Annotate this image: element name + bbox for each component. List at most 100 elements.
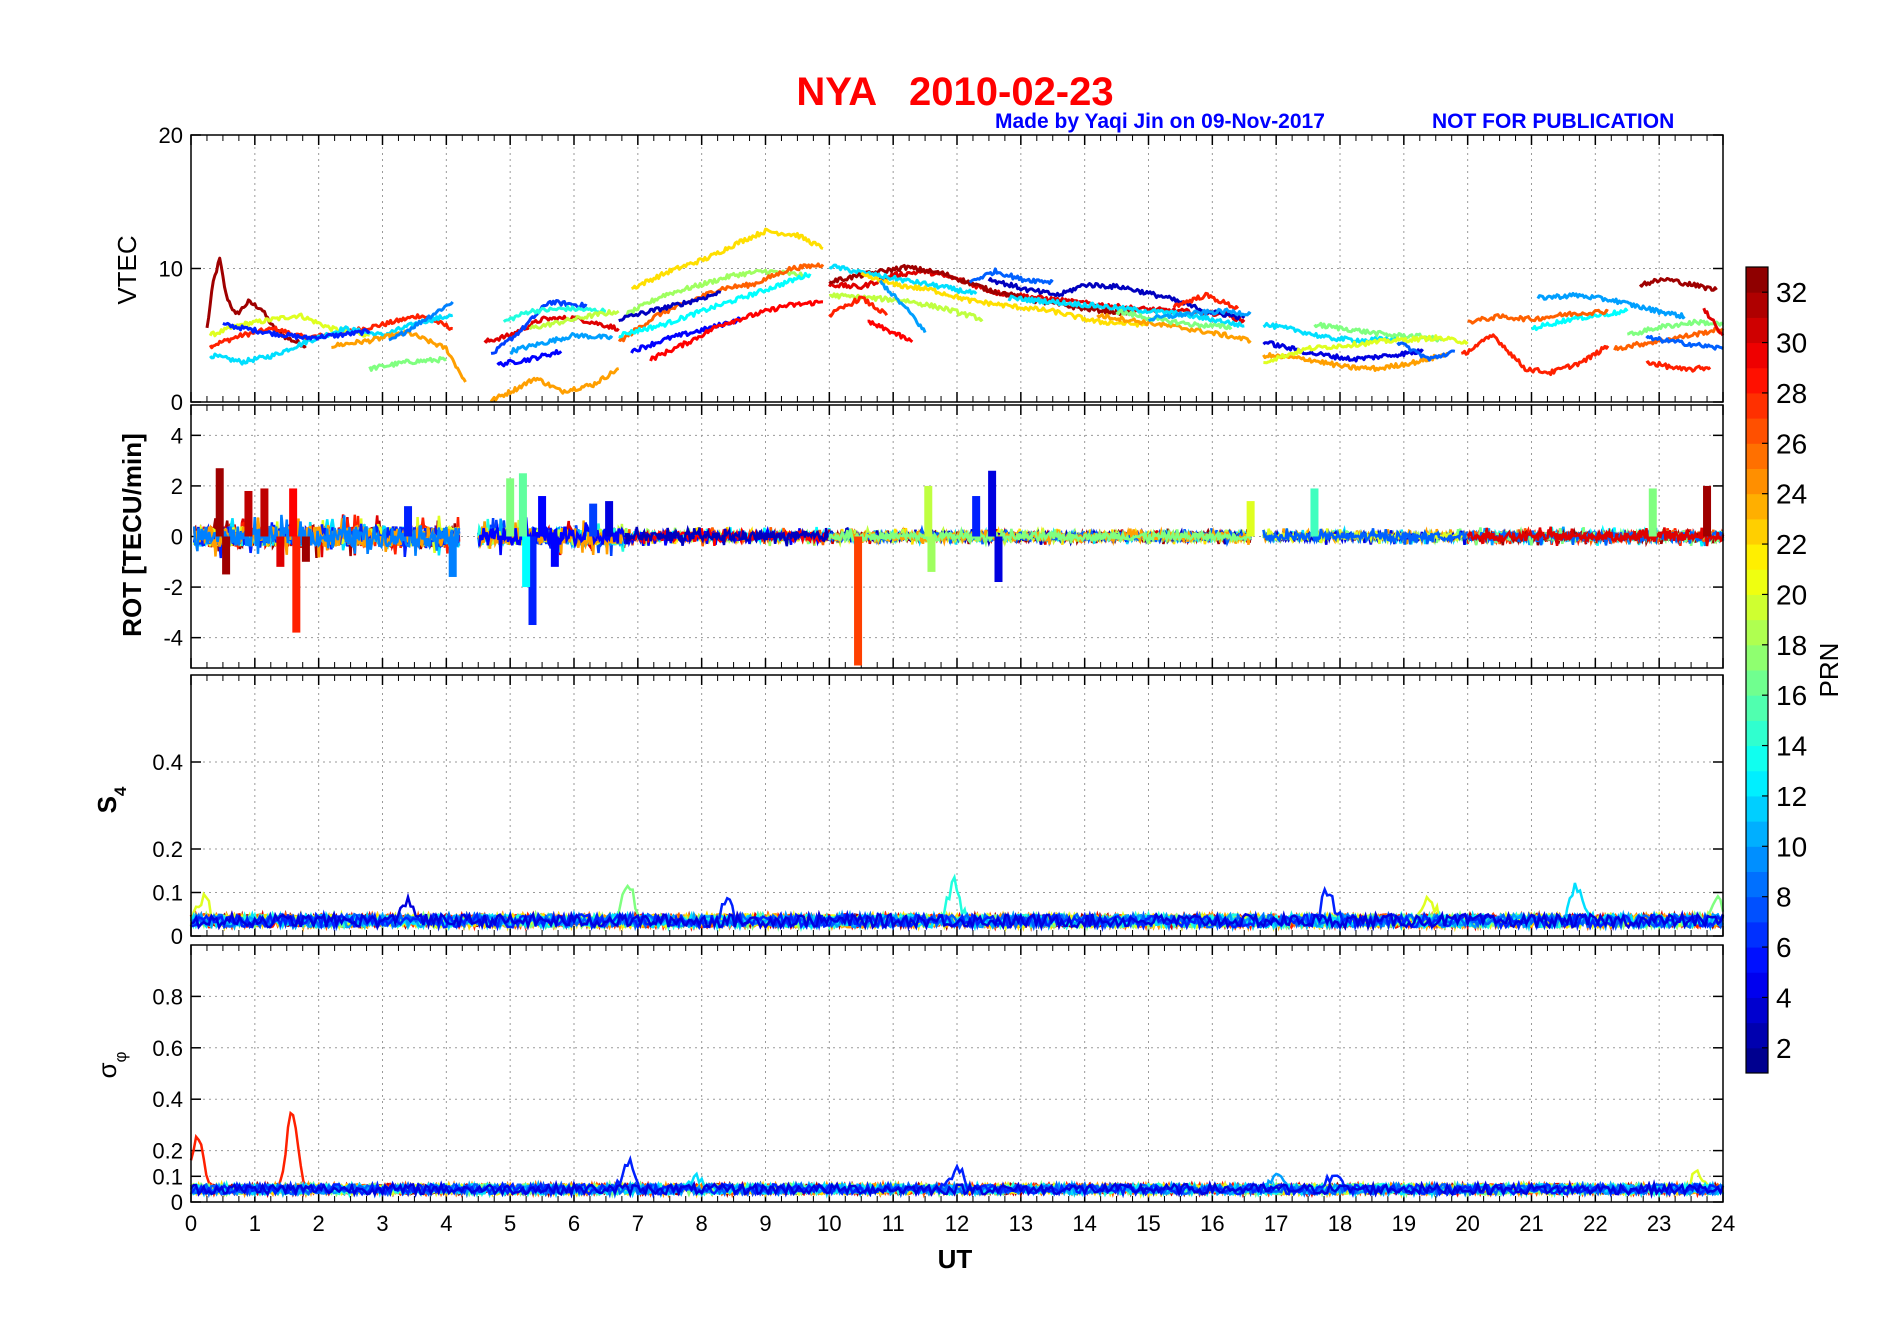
rot-spike-prn-18: [927, 536, 936, 572]
prn-colorbar: 2468101214161820222426283032: [1745, 266, 1807, 1074]
rot-spike-prn-15: [1310, 488, 1319, 537]
rot-spike-prn-17: [1648, 488, 1657, 537]
rot-axis-label: ROT [TECU/min]: [117, 433, 147, 637]
x-axis-label: UT: [938, 1244, 973, 1274]
x-tick-label: 3: [376, 1211, 388, 1236]
colorbar-label: PRN: [1814, 643, 1844, 698]
colorbar-cell: [1746, 947, 1768, 973]
colorbar-tick-label: 2: [1776, 1033, 1792, 1064]
figure-title: NYA 2010-02-23: [796, 70, 1113, 114]
rot-spike-prn-6: [972, 496, 981, 537]
colorbar-cell: [1746, 972, 1768, 998]
x-tick-label: 8: [696, 1211, 708, 1236]
x-tick-label: 4: [440, 1211, 452, 1236]
rot-spike-prn-9: [448, 536, 457, 577]
y-tick-label: 20: [159, 123, 183, 148]
colorbar-cell: [1746, 317, 1768, 344]
colorbar-tick-label: 32: [1776, 277, 1807, 308]
x-tick-label: 18: [1328, 1211, 1352, 1236]
colorbar-tick-label: 6: [1776, 932, 1792, 963]
rot-spike-prn-4: [994, 536, 1003, 583]
rot-panel: -4 -2 0 2 4: [163, 404, 1725, 669]
colorbar-tick-label: 18: [1776, 630, 1807, 661]
colorbar-cell: [1746, 745, 1768, 772]
colorbar-cell: [1746, 670, 1768, 696]
rot-spike-prn-16: [518, 473, 527, 537]
rot-spike-prn-32: [301, 536, 310, 562]
colorbar-cell: [1746, 267, 1768, 293]
colorbar-cell: [1746, 1047, 1768, 1074]
y-tick-label: 10: [159, 257, 183, 282]
x-tick-label: 15: [1136, 1211, 1160, 1236]
y-tick-label: 0: [171, 924, 183, 949]
s4-panel: 0 0.1 0.2 0.4: [152, 674, 1725, 949]
colorbar-tick-label: 24: [1776, 479, 1807, 510]
colorbar-cell: [1746, 292, 1768, 318]
x-tick-label: 14: [1072, 1211, 1096, 1236]
colorbar-cell: [1746, 544, 1768, 570]
rot-spike-prn-20: [1246, 501, 1255, 537]
y-tick-label: 0.2: [152, 1139, 183, 1164]
colorbar-tick-label: 12: [1776, 781, 1807, 812]
colorbar-cell: [1746, 871, 1768, 898]
colorbar-cell: [1746, 569, 1768, 595]
figure: NYA 2010-02-23 Made by Yaqi Jin on 09-No…: [92, 70, 1844, 1274]
y-tick-label: 0.6: [152, 1036, 183, 1061]
x-tick-label: 0: [185, 1211, 197, 1236]
colorbar-tick-label: 26: [1776, 428, 1807, 459]
rot-spike-prn-6: [404, 506, 413, 537]
publication-notice: NOT FOR PUBLICATION: [1432, 110, 1674, 133]
x-tick-label: 1: [249, 1211, 261, 1236]
x-tick-label: 6: [568, 1211, 580, 1236]
colorbar-cell: [1746, 644, 1768, 671]
y-tick-label: 0.8: [152, 984, 183, 1009]
y-tick-label: 0.2: [152, 837, 183, 862]
vtec-axis-label: VTEC: [112, 235, 142, 304]
rot-spike-prn-31: [244, 490, 253, 537]
rot-spike-prn-17: [506, 478, 515, 537]
x-tick-label: 11: [882, 1211, 905, 1236]
x-tick-label: 5: [504, 1211, 516, 1236]
y-tick-label: 0: [171, 525, 183, 550]
colorbar-tick-label: 10: [1776, 831, 1807, 862]
colorbar-cell: [1746, 367, 1768, 394]
rot-spike-prn-31: [260, 488, 269, 537]
colorbar-tick-label: 4: [1776, 982, 1792, 1013]
colorbar-tick-label: 22: [1776, 529, 1807, 560]
y-tick-label: 0: [171, 1190, 183, 1215]
colorbar-cell: [1746, 720, 1768, 747]
s4-axis-label: S4: [92, 786, 130, 813]
x-tick-label: 24: [1711, 1211, 1735, 1236]
rot-spike-prn-32: [215, 468, 224, 537]
colorbar-cell: [1746, 443, 1768, 469]
y-tick-label: 0.4: [152, 750, 183, 775]
rot-spike-prn-28: [292, 536, 301, 633]
rot-spike-prn-32: [1703, 485, 1712, 537]
colorbar-cell: [1746, 997, 1768, 1024]
rot-spike-prn-19: [924, 485, 933, 537]
x-tick-label: 23: [1647, 1211, 1671, 1236]
x-tick-label: 2: [313, 1211, 325, 1236]
colorbar-tick-label: 8: [1776, 882, 1792, 913]
colorbar-cell: [1746, 418, 1768, 444]
rot-spike-prn-29: [289, 488, 298, 537]
credit-text: Made by Yaqi Jin on 09-Nov-2017: [995, 110, 1325, 133]
colorbar-cell: [1746, 1022, 1768, 1049]
rot-spike-prn-27: [854, 536, 863, 666]
colorbar-tick-label: 28: [1776, 378, 1807, 409]
rot-spike-prn-4: [605, 501, 614, 537]
x-tick-label: 10: [817, 1211, 841, 1236]
x-tick-label: 17: [1264, 1211, 1288, 1236]
rot-spike-prn-13: [522, 536, 531, 588]
x-tick-label: 22: [1583, 1211, 1607, 1236]
colorbar-cell: [1746, 896, 1768, 923]
y-tick-label: -4: [163, 626, 183, 651]
x-tick-label: 7: [632, 1211, 644, 1236]
colorbar-cell: [1746, 468, 1768, 495]
x-tick-label: 20: [1455, 1211, 1479, 1236]
x-tick-label: 13: [1009, 1211, 1033, 1236]
y-tick-label: 0: [171, 390, 183, 415]
x-tick-label: 9: [759, 1211, 771, 1236]
colorbar-tick-label: 16: [1776, 680, 1807, 711]
y-tick-label: 0.1: [152, 881, 183, 906]
